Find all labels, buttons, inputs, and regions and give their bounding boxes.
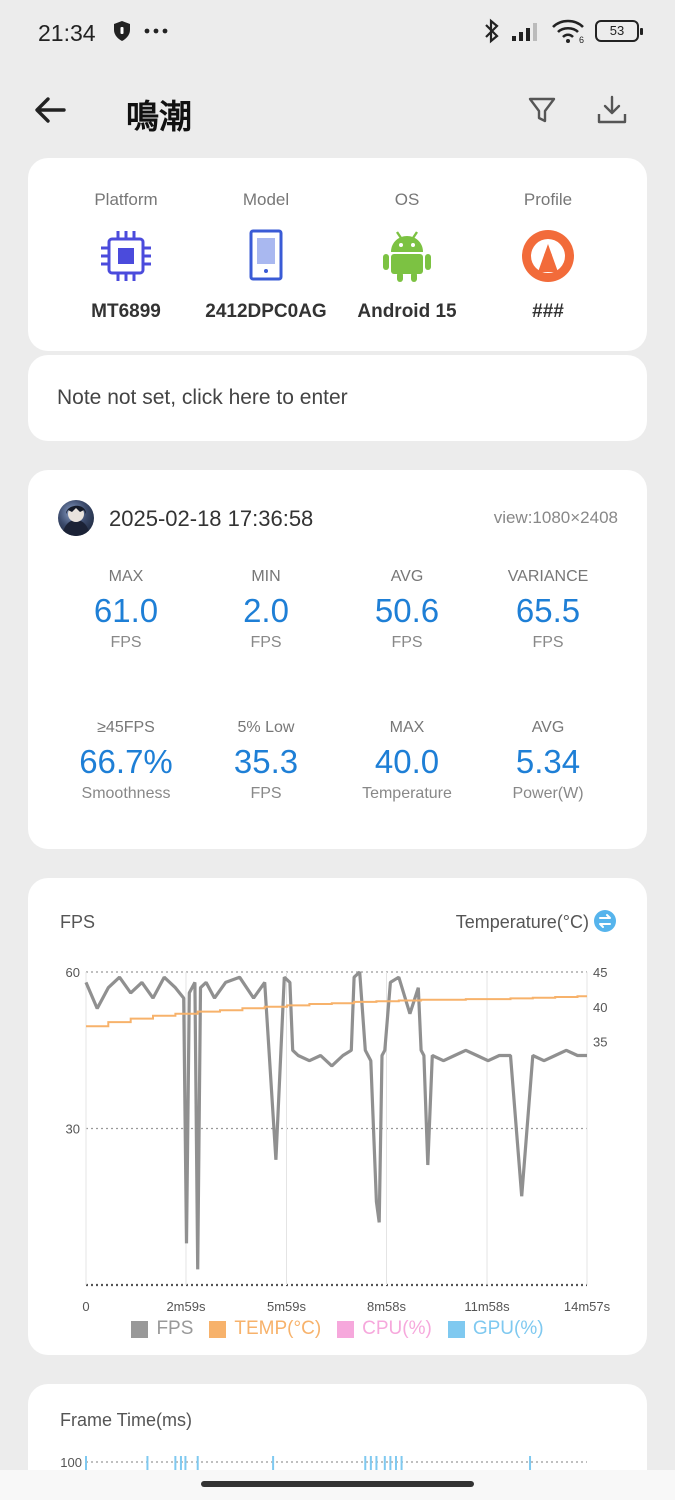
- stat-variance: VARIANCE 65.5 FPS: [507, 568, 589, 651]
- legend-fps-swatch: [131, 1320, 149, 1338]
- legend-cpu-swatch: [337, 1320, 355, 1338]
- chart-left-title: FPS: [60, 912, 96, 932]
- legend-temp-swatch: [209, 1320, 227, 1338]
- view-resolution: view:1080×2408: [493, 508, 618, 527]
- profile-value: ###: [532, 301, 564, 322]
- stat-avg-power: AVG 5.34 Power(W): [512, 719, 584, 802]
- status-bar: 21:34 6 53: [0, 0, 675, 64]
- battery-indicator: 53: [595, 20, 643, 42]
- wifi-icon: 6: [552, 19, 584, 44]
- stat-smoothness: ≥45FPS 66.7% Smoothness: [79, 719, 173, 802]
- model-value: 2412DPC0AG: [205, 301, 327, 322]
- stat-min-fps: MIN 2.0 FPS: [243, 568, 289, 651]
- back-button[interactable]: [30, 92, 70, 128]
- platform-label: Platform: [94, 190, 158, 209]
- x-tick-label: 8m58s: [367, 1299, 407, 1314]
- frame-time-title: Frame Time(ms): [60, 1410, 192, 1430]
- y-left-tick-label: 30: [66, 1122, 80, 1137]
- chart-legend: FPS TEMP(°C) CPU(%) GPU(%): [28, 1318, 647, 1340]
- shield-icon: [114, 21, 130, 41]
- os-value: Android 15: [357, 301, 457, 322]
- x-tick-label: 0: [82, 1299, 89, 1314]
- legend-temp[interactable]: TEMP(°C): [209, 1318, 321, 1340]
- download-icon: [597, 95, 627, 124]
- home-indicator[interactable]: [201, 1481, 474, 1487]
- more-dots-icon: [144, 28, 168, 34]
- frame-y-tick-label: 100: [60, 1455, 82, 1470]
- download-button[interactable]: [594, 92, 630, 128]
- y-right-tick-label: 35: [593, 1035, 607, 1050]
- stat-5pct-low: 5% Low 35.3 FPS: [233, 719, 299, 802]
- session-datetime: 2025-02-18 17:36:58: [109, 506, 314, 531]
- note-placeholder: Note not set, click here to enter: [57, 386, 348, 409]
- legend-gpu-swatch: [447, 1320, 465, 1338]
- stat-max-fps: MAX 61.0 FPS: [93, 568, 159, 651]
- stat-avg-fps: AVG 50.6 FPS: [374, 568, 440, 651]
- x-tick-label: 2m59s: [166, 1299, 206, 1314]
- profile-icon: [522, 230, 574, 282]
- chip-icon: [101, 231, 151, 281]
- status-time: 21:34: [38, 20, 96, 46]
- chart-right-title: Temperature(°C): [455, 912, 589, 932]
- stat-max-temperature: MAX 40.0 Temperature: [362, 719, 452, 802]
- x-tick-label: 11m58s: [464, 1299, 510, 1314]
- y-right-tick-label: 45: [593, 965, 607, 980]
- y-left-tick-label: 60: [66, 965, 80, 980]
- swap-axis-button[interactable]: [594, 910, 616, 932]
- svg-text:6: 6: [579, 35, 584, 44]
- legend-cpu[interactable]: CPU(%): [337, 1318, 432, 1340]
- app-bar: 鳴潮: [0, 70, 675, 150]
- cell-signal-icon: [512, 23, 537, 41]
- temperature-series-line: [86, 995, 587, 1028]
- page-title: 鳴潮: [126, 97, 192, 136]
- filter-icon: [528, 97, 556, 123]
- os-label: OS: [394, 190, 420, 209]
- legend-gpu[interactable]: GPU(%): [447, 1318, 544, 1340]
- platform-value: MT6899: [91, 301, 161, 322]
- back-arrow-icon: [35, 97, 66, 123]
- android-icon: [383, 231, 431, 282]
- avatar-image: [62, 505, 90, 536]
- fps-chart-card: 60 30 0 2m59s 5m59s 8m58s 11m58s 14m57s 45 40 35 F…: [28, 878, 647, 1355]
- legend-fps[interactable]: FPS: [131, 1318, 193, 1340]
- phone-icon: [249, 229, 283, 281]
- fps-temperature-chart[interactable]: 60 30 0 2m59s 5m59s 8m58s 11m58s 14m57s 45 40 35: [28, 878, 647, 1355]
- profile-label: Profile: [523, 190, 573, 209]
- y-right-tick-label: 40: [593, 1000, 607, 1015]
- avatar: [58, 500, 94, 536]
- session-stats-card: 2025-02-18 17:36:58 view:1080×2408 MAX 6…: [28, 470, 647, 849]
- x-tick-label: 5m59s: [267, 1299, 307, 1314]
- device-info-card: Platform MT6899 Model 2412DPC0AG OS Andr…: [28, 158, 647, 351]
- filter-button[interactable]: [524, 92, 560, 128]
- note-input[interactable]: Note not set, click here to enter: [28, 355, 647, 441]
- bluetooth-icon: [485, 18, 499, 44]
- x-tick-label: 14m57s: [564, 1299, 611, 1314]
- swap-icon: [599, 914, 611, 928]
- model-label: Model: [242, 190, 290, 209]
